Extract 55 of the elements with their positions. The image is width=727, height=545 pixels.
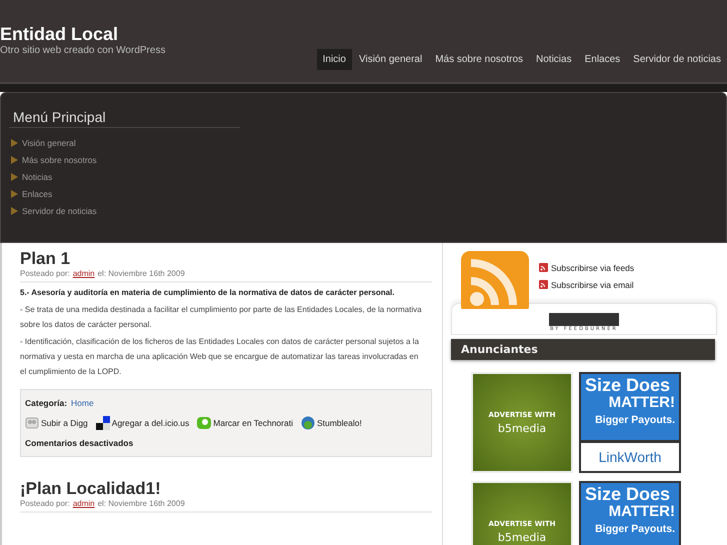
- post-paragraph: - Identificación, clasificación de los ficheros de las Entidades Locales con datos de carácter personal sujetos a la normativa y uesta en marcha de una aplicación Web que se encargue de automatizar las tareas involucradas en el cumplimiento de la LOPD.: [20, 336, 420, 378]
- ad-banner[interactable]: Size Does MATTER! Bigger Payouts. LinkWorth: [579, 372, 681, 473]
- share-link[interactable]: Subir a Digg: [41, 418, 88, 428]
- ad-text: Bigger Payouts.: [594, 414, 675, 426]
- arrow-icon: [11, 206, 18, 214]
- share-link[interactable]: Stumblealo!: [316, 418, 362, 428]
- arrow-icon: [11, 138, 18, 146]
- share-link[interactable]: Marcar en Technorati: [213, 418, 293, 428]
- site-title[interactable]: Entidad Local: [0, 24, 166, 45]
- menu-link[interactable]: Visión general: [22, 138, 76, 148]
- subscribe-link[interactable]: Subscribirse via email: [551, 280, 634, 290]
- ad-text: b5media: [498, 422, 546, 434]
- menu-link[interactable]: Más sobre nosotros: [22, 154, 97, 164]
- feed-icon: [539, 263, 548, 272]
- category-link[interactable]: Home: [71, 398, 94, 408]
- ad-text: LinkWorth: [598, 449, 662, 465]
- feed-icon: [539, 280, 548, 289]
- ad-text: MATTER!: [608, 394, 675, 411]
- menu-link[interactable]: Enlaces: [22, 188, 52, 198]
- post-paragraph: 5.- Asesoría y auditoría en materia de cumplimiento de la normativa de datos de carácter personal.: [20, 287, 396, 299]
- share-link[interactable]: Agregar a del.icio.us: [112, 418, 190, 428]
- ad-text: Size Does: [585, 485, 672, 504]
- ad-text: Size Does: [585, 376, 672, 395]
- nav-tab[interactable]: Noticias: [530, 49, 578, 70]
- nav-tab[interactable]: Enlaces: [578, 49, 626, 70]
- ad-text: Bigger Payouts.: [594, 524, 675, 535]
- post-title[interactable]: ¡Plan Localidad1!: [20, 479, 432, 499]
- nav-tab[interactable]: Servidor de noticias: [627, 49, 727, 70]
- ad-banner[interactable]: Size Does MATTER! Bigger Payouts.: [579, 481, 681, 545]
- author-link[interactable]: admin: [72, 269, 95, 278]
- post-date: el: Noviembre 16th 2009: [98, 269, 185, 278]
- section-heading: Anunciantes: [451, 339, 715, 360]
- site-tagline: Otro sitio web creado con WordPress: [0, 45, 166, 56]
- arrow-icon: [11, 156, 18, 164]
- ad-text: b5media: [498, 530, 546, 544]
- menu-link[interactable]: Noticias: [22, 172, 52, 182]
- post-paragraph: - Se trata de una medida destinada a facilitar el cumplimiento por parte de las Entidades Locales, de la normativa sobre los datos de carácter personal.: [20, 304, 423, 331]
- subscribe-link[interactable]: Subscribirse via feeds: [551, 262, 634, 272]
- post-meta-label: Posteado por:: [20, 499, 70, 508]
- ad-text: MATTER!: [608, 504, 675, 520]
- nav-tab[interactable]: Más sobre nosotros: [429, 49, 530, 70]
- arrow-icon: [11, 172, 18, 180]
- menu-title: Menú Principal: [9, 93, 240, 128]
- nav-tab[interactable]: Visión general: [352, 49, 428, 70]
- post-meta-label: Posteado por:: [20, 269, 70, 278]
- author-link[interactable]: admin: [72, 499, 95, 508]
- post-date: el: Noviembre 16th 2009: [98, 499, 185, 508]
- counter-block: [549, 313, 619, 326]
- nav-tab[interactable]: Inicio: [316, 49, 352, 70]
- rss-feed-icon: [461, 251, 529, 309]
- post-title[interactable]: Plan 1: [20, 249, 432, 269]
- arrow-icon: [11, 190, 18, 198]
- comments-status: Comentarios desactivados: [25, 437, 134, 450]
- category-label: Categoría:: [25, 398, 68, 408]
- menu-link[interactable]: Servidor de noticias: [22, 206, 97, 216]
